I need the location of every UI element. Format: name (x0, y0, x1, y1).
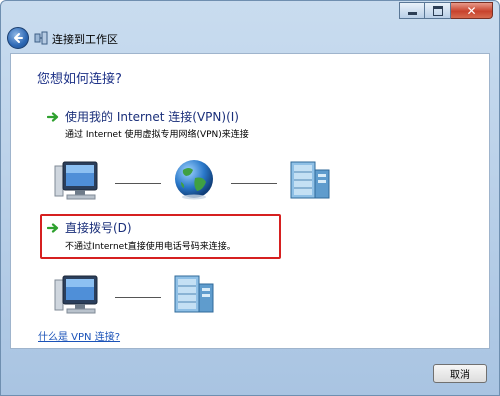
vpn-option-title: 使用我的 Internet 连接(VPN)(I) (65, 110, 239, 124)
workplace-connection-icon (34, 31, 48, 45)
server-icon (174, 275, 214, 313)
close-button[interactable]: ✕ (451, 2, 493, 19)
window-title: 连接到工作区 (52, 33, 118, 46)
connection-line (115, 183, 161, 184)
server-icon (290, 161, 330, 199)
dial-diagram (11, 272, 489, 322)
direct-dial-option-description: 不通过Internet直接使用电话号码来连接。 (65, 242, 236, 252)
window-controls: ✕ (399, 2, 493, 19)
cancel-button[interactable]: 取消 (433, 364, 487, 383)
page-heading: 您想如何连接? (37, 72, 122, 87)
minimize-icon (407, 12, 417, 15)
minimize-button[interactable] (399, 2, 425, 19)
back-arrow-icon (14, 33, 23, 43)
connection-line (115, 297, 161, 298)
vpn-option[interactable]: 使用我的 Internet 连接(VPN)(I) 通过 Internet 使用虚… (41, 104, 279, 148)
vpn-option-description: 通过 Internet 使用虚拟专用网络(VPN)来连接 (65, 130, 249, 140)
dialog-window: ✕ 连接到工作区 您想如何连接? 使用我的 Internet 连接(VPN)(I… (0, 0, 500, 396)
back-button[interactable] (7, 27, 29, 49)
what-is-vpn-link[interactable]: 什么是 VPN 连接? (38, 328, 120, 343)
green-arrow-icon (47, 223, 59, 233)
globe-icon (175, 160, 213, 200)
connection-line (231, 183, 277, 184)
computer-icon (54, 275, 98, 314)
direct-dial-option-title: 直接拨号(D) (65, 221, 132, 235)
close-icon: ✕ (466, 3, 477, 18)
vpn-diagram (11, 158, 489, 208)
green-arrow-icon (47, 112, 59, 122)
direct-dial-option[interactable]: 直接拨号(D) 不通过Internet直接使用电话号码来连接。 (40, 214, 281, 259)
maximize-icon (432, 5, 443, 16)
navigation-bar: 连接到工作区 (1, 25, 499, 53)
maximize-button[interactable] (425, 2, 451, 19)
computer-icon (54, 161, 98, 200)
content-panel: 您想如何连接? 使用我的 Internet 连接(VPN)(I) 通过 Inte… (10, 53, 490, 349)
